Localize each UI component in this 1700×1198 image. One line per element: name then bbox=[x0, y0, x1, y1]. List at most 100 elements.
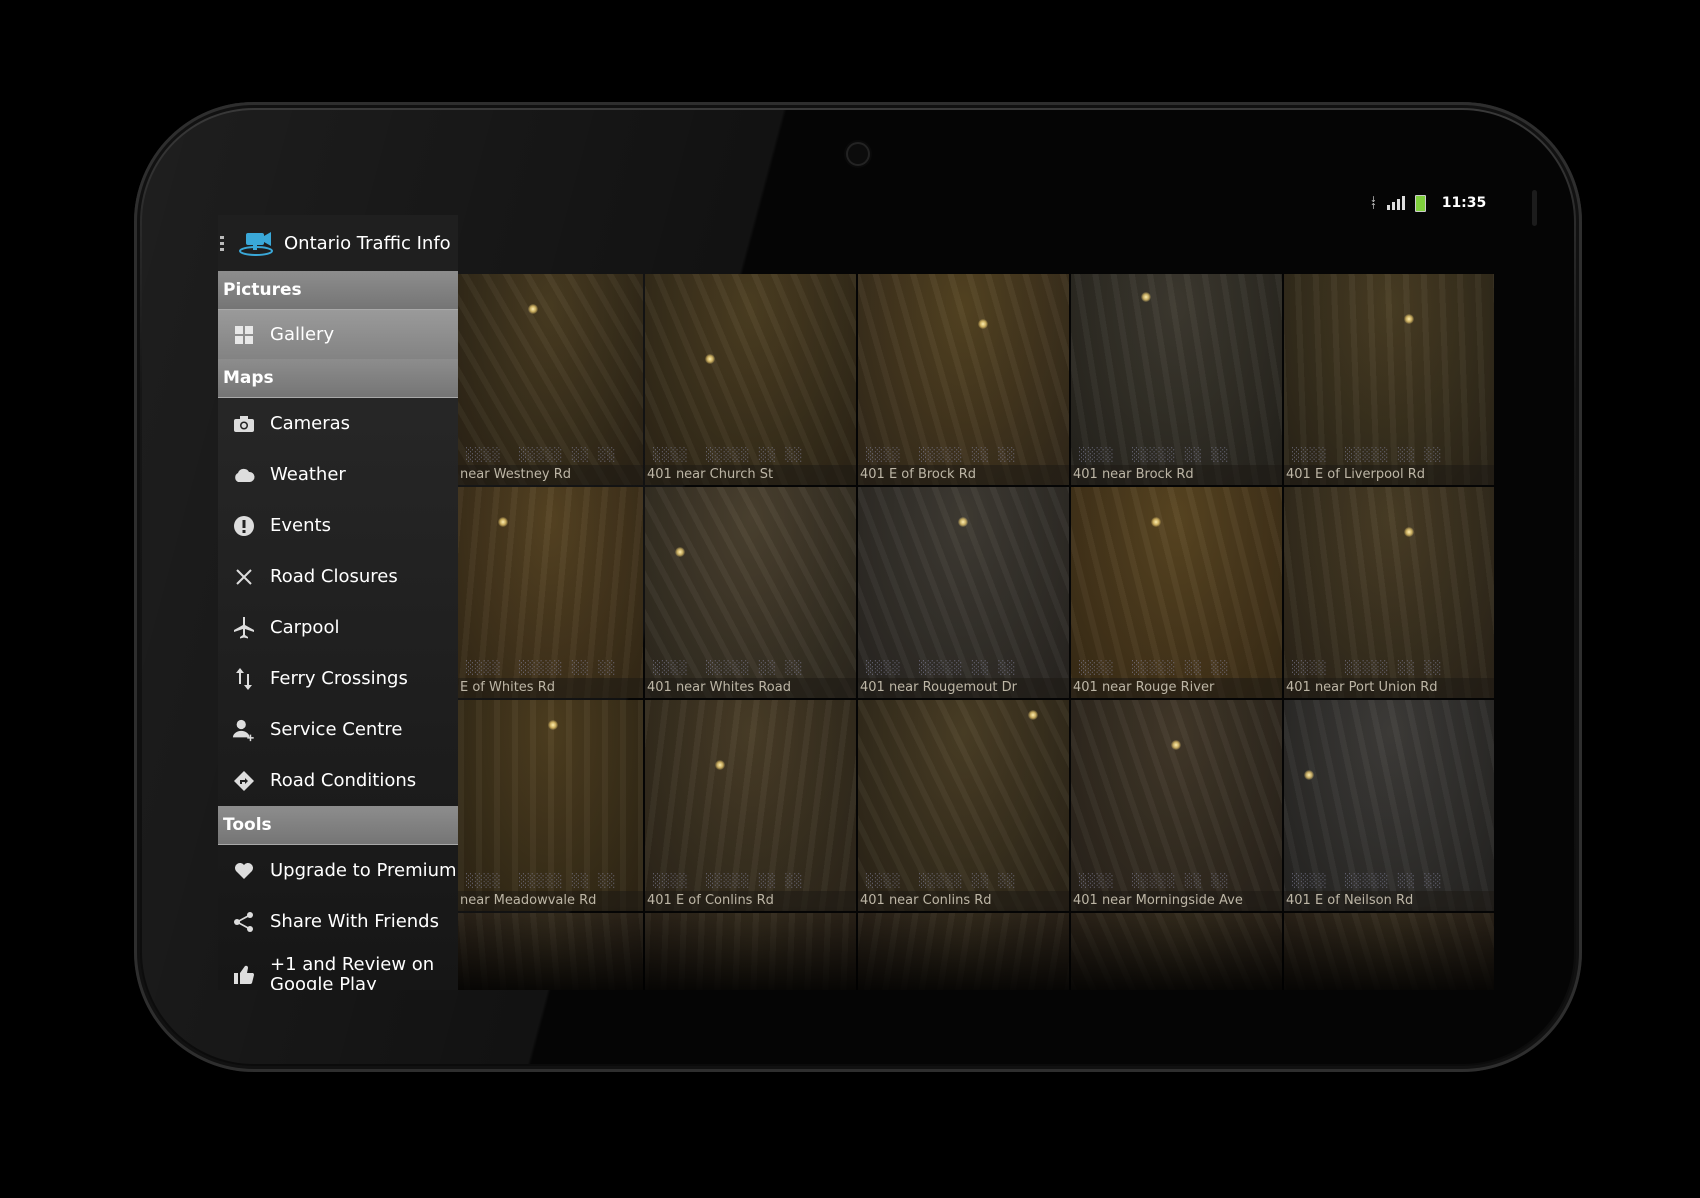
nav-item-label: Service Centre bbox=[270, 719, 403, 740]
action-bar: Ontario Traffic Info bbox=[218, 215, 458, 271]
camera-caption: 401 E of Brock Rd bbox=[858, 465, 1069, 485]
drawer-indicator-icon[interactable] bbox=[220, 235, 224, 251]
nav-item-upgrade-premium[interactable]: Upgrade to Premium bbox=[218, 845, 458, 896]
camera-tile[interactable] bbox=[1284, 913, 1494, 990]
camera-timestamp-overlay: ░░░░ ░░░░░ ░░ ░░ bbox=[866, 448, 1017, 463]
signal-icon bbox=[1386, 196, 1405, 210]
nav-item-label: Ferry Crossings bbox=[270, 668, 408, 689]
nav-item-label: +1 and Review on Google Play bbox=[270, 954, 435, 991]
tablet-side-button bbox=[1532, 190, 1537, 226]
app-title: Ontario Traffic Info bbox=[284, 232, 451, 254]
app-window: Ontario Traffic Info Pictures Gallery Ma… bbox=[218, 215, 1494, 990]
camera-tile[interactable]: ░░░░ ░░░░░ ░░ ░░ 401 near Conlins Rd bbox=[858, 700, 1069, 911]
person-add-icon bbox=[232, 718, 256, 742]
camera-timestamp-overlay: ░░░░ ░░░░░ ░░ ░░ bbox=[1292, 874, 1443, 889]
street-lamp-glow bbox=[498, 517, 508, 527]
nav-item-label: Gallery bbox=[270, 324, 335, 345]
camera-caption: 401 E of Liverpool Rd bbox=[1284, 465, 1494, 485]
camera-tile[interactable]: ░░░░ ░░░░░ ░░ ░░ 401 E of Neilson Rd bbox=[1284, 700, 1494, 911]
camera-caption: 401 near Rougemout Dr bbox=[858, 678, 1069, 698]
front-camera-icon bbox=[848, 144, 868, 164]
street-lamp-glow bbox=[528, 304, 538, 314]
nav-item-road-conditions[interactable]: Road Conditions bbox=[218, 755, 458, 806]
street-lamp-glow bbox=[1028, 710, 1038, 720]
nav-item-label: Cameras bbox=[270, 413, 351, 434]
camera-caption: near Westney Rd bbox=[458, 465, 643, 485]
data-activity-icon: ↓ ↑ bbox=[1370, 195, 1377, 211]
nav-item-road-closures[interactable]: Road Closures bbox=[218, 551, 458, 602]
camera-tile[interactable]: ░░░░ ░░░░░ ░░ ░░ 401 E of Conlins Rd bbox=[645, 700, 856, 911]
camera-caption: 401 near Conlins Rd bbox=[858, 891, 1069, 911]
nav-item-service-centre[interactable]: Service Centre bbox=[218, 704, 458, 755]
nav-item-cameras[interactable]: Cameras bbox=[218, 398, 458, 449]
camera-image bbox=[458, 913, 643, 990]
street-lamp-glow bbox=[548, 720, 558, 730]
grid-icon bbox=[232, 323, 256, 347]
nav-item-label: Upgrade to Premium bbox=[270, 860, 457, 881]
camera-tile[interactable]: ░░░░ ░░░░░ ░░ ░░ near Westney Rd bbox=[458, 274, 643, 485]
camera-tile[interactable]: ░░░░ ░░░░░ ░░ ░░ near Meadowvale Rd bbox=[458, 700, 643, 911]
camera-timestamp-overlay: ░░░░ ░░░░░ ░░ ░░ bbox=[1079, 874, 1230, 889]
street-lamp-glow bbox=[1404, 314, 1414, 324]
camera-tile[interactable] bbox=[1071, 913, 1282, 990]
camera-caption: near Meadowvale Rd bbox=[458, 891, 643, 911]
camera-tile[interactable]: ░░░░ ░░░░░ ░░ ░░ 401 near Morningside Ave bbox=[1071, 700, 1282, 911]
camera-caption: E of Whites Rd bbox=[458, 678, 643, 698]
street-lamp-glow bbox=[705, 354, 715, 364]
camera-tile[interactable]: ░░░░ ░░░░░ ░░ ░░ 401 near Rougemout Dr bbox=[858, 487, 1069, 698]
camera-caption: 401 near Brock Rd bbox=[1071, 465, 1282, 485]
street-lamp-glow bbox=[675, 547, 685, 557]
camera-tile[interactable] bbox=[645, 913, 856, 990]
nav-item-gallery[interactable]: Gallery bbox=[218, 310, 458, 359]
camera-tile[interactable]: ░░░░ ░░░░░ ░░ ░░ 401 near Rouge River bbox=[1071, 487, 1282, 698]
camera-tile[interactable]: ░░░░ ░░░░░ ░░ ░░ 401 near Port Union Rd bbox=[1284, 487, 1494, 698]
camera-tile[interactable]: ░░░░ ░░░░░ ░░ ░░ 401 E of Brock Rd bbox=[858, 274, 1069, 485]
camera-caption: 401 near Church St bbox=[645, 465, 856, 485]
camera-tile[interactable] bbox=[858, 913, 1069, 990]
status-bar: ↓ ↑ 11:35 bbox=[1370, 190, 1486, 216]
nav-item-review-google-play[interactable]: +1 and Review on Google Play bbox=[218, 947, 458, 990]
camera-timestamp-overlay: ░░░░ ░░░░░ ░░ ░░ bbox=[1292, 661, 1443, 676]
nav-item-label: Share With Friends bbox=[270, 911, 439, 932]
camera-caption: 401 E of Conlins Rd bbox=[645, 891, 856, 911]
nav-item-weather[interactable]: Weather bbox=[218, 449, 458, 500]
nav-item-label: Events bbox=[270, 515, 331, 536]
camera-image bbox=[858, 913, 1069, 990]
traffic-camera-icon[interactable] bbox=[238, 229, 274, 257]
camera-tile[interactable]: ░░░░ ░░░░░ ░░ ░░ 401 E of Liverpool Rd bbox=[1284, 274, 1494, 485]
camera-caption: 401 near Rouge River bbox=[1071, 678, 1282, 698]
camera-timestamp-overlay: ░░░░ ░░░░░ ░░ ░░ bbox=[1292, 448, 1443, 463]
camera-timestamp-overlay: ░░░░ ░░░░░ ░░ ░░ bbox=[866, 661, 1017, 676]
camera-tile[interactable]: ░░░░ ░░░░░ ░░ ░░ 401 near Brock Rd bbox=[1071, 274, 1282, 485]
camera-tile[interactable]: ░░░░ ░░░░░ ░░ ░░ E of Whites Rd bbox=[458, 487, 643, 698]
camera-tile[interactable]: ░░░░ ░░░░░ ░░ ░░ 401 near Whites Road bbox=[645, 487, 856, 698]
heart-icon bbox=[232, 859, 256, 883]
nav-item-events[interactable]: Events bbox=[218, 500, 458, 551]
share-icon bbox=[232, 910, 256, 934]
camera-image bbox=[645, 913, 856, 990]
camera-timestamp-overlay: ░░░░ ░░░░░ ░░ ░░ bbox=[1079, 661, 1230, 676]
section-header-tools: Tools bbox=[218, 806, 458, 845]
navigation-drawer: Pictures Gallery Maps Cameras Weather Ev… bbox=[218, 271, 458, 990]
camera-caption: 401 E of Neilson Rd bbox=[1284, 891, 1494, 911]
street-lamp-glow bbox=[715, 760, 725, 770]
cloud-icon bbox=[232, 463, 256, 487]
camera-tile[interactable] bbox=[458, 913, 643, 990]
camera-timestamp-overlay: ░░░░ ░░░░░ ░░ ░░ bbox=[653, 448, 804, 463]
nav-item-carpool[interactable]: Carpool bbox=[218, 602, 458, 653]
camera-image bbox=[1284, 913, 1494, 990]
street-lamp-glow bbox=[958, 517, 968, 527]
status-time: 11:35 bbox=[1441, 195, 1487, 211]
close-icon bbox=[232, 565, 256, 589]
camera-tile[interactable]: ░░░░ ░░░░░ ░░ ░░ 401 near Church St bbox=[645, 274, 856, 485]
directions-icon bbox=[232, 769, 256, 793]
nav-item-ferry-crossings[interactable]: Ferry Crossings bbox=[218, 653, 458, 704]
camera-timestamp-overlay: ░░░░ ░░░░░ ░░ ░░ bbox=[866, 874, 1017, 889]
street-lamp-glow bbox=[1304, 770, 1314, 780]
up-down-arrows-icon bbox=[232, 667, 256, 691]
nav-item-label: Carpool bbox=[270, 617, 340, 638]
camera-caption: 401 near Port Union Rd bbox=[1284, 678, 1494, 698]
nav-item-share-friends[interactable]: Share With Friends bbox=[218, 896, 458, 947]
street-lamp-glow bbox=[1171, 740, 1181, 750]
camera-timestamp-overlay: ░░░░ ░░░░░ ░░ ░░ bbox=[466, 874, 617, 889]
